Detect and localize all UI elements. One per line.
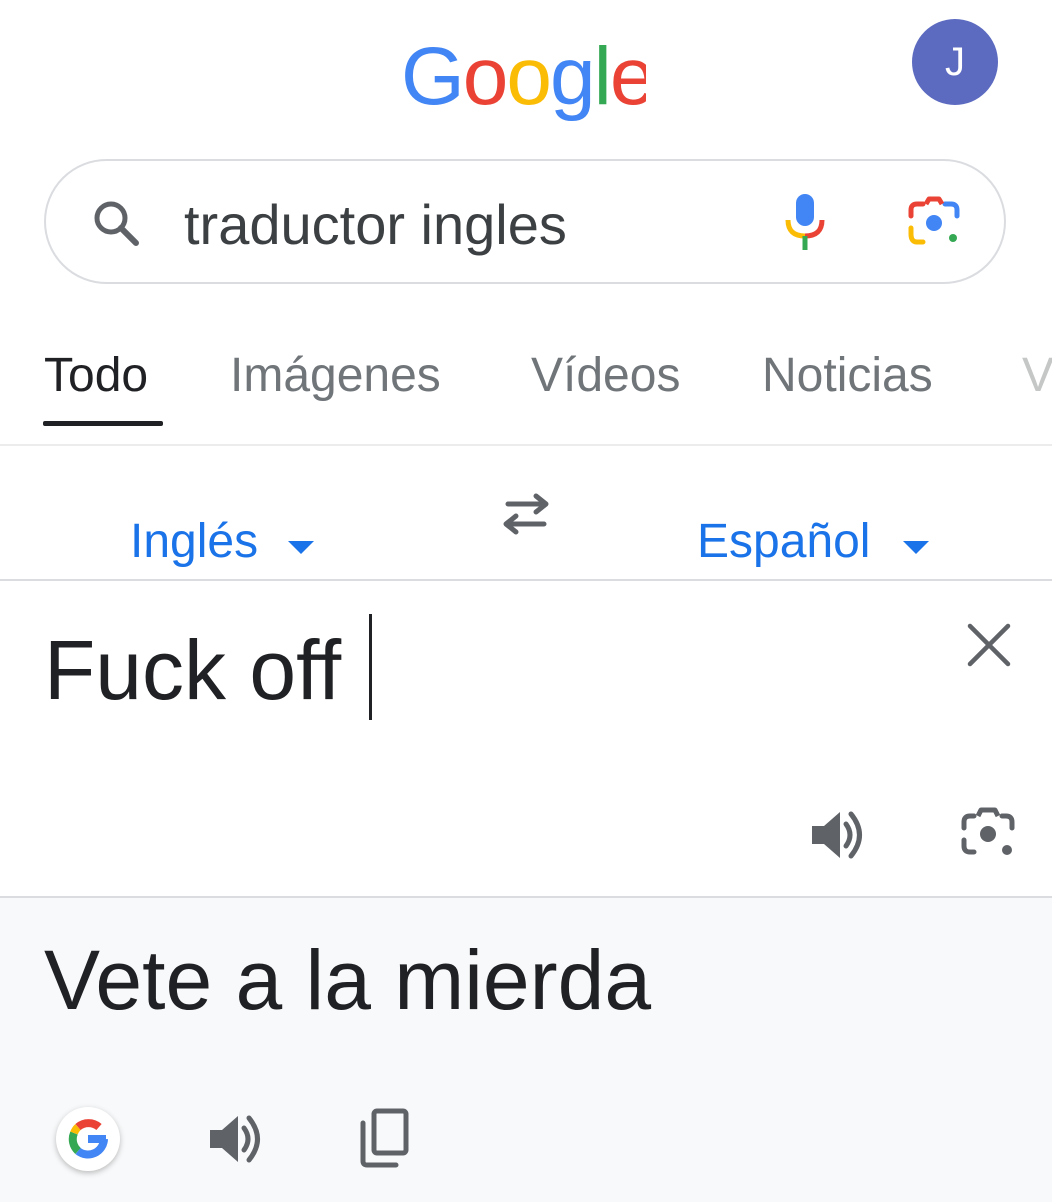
mic-icon[interactable] [782,192,828,254]
close-icon[interactable] [966,622,1012,668]
copy-icon[interactable] [358,1108,410,1168]
tab-more-partial[interactable]: V [1022,346,1052,406]
translated-text: Vete a la mierda [44,933,652,1027]
source-language-selector[interactable]: Inglés [130,512,258,572]
tabs-divider [0,444,1052,446]
tab-noticias[interactable]: Noticias [762,346,933,406]
tab-imagenes[interactable]: Imágenes [230,346,441,406]
google-lens-icon[interactable] [906,196,962,248]
speaker-icon[interactable] [208,1112,264,1166]
google-g-icon [68,1119,108,1159]
swap-icon[interactable] [496,490,556,538]
speaker-icon[interactable] [810,808,866,862]
chevron-down-icon [288,541,314,554]
active-tab-indicator [43,421,163,426]
tab-todo[interactable]: Todo [44,346,148,406]
google-logo[interactable]: Google [401,38,646,126]
source-text-input[interactable]: Fuck off [44,622,341,718]
svg-text:Google: Google [401,38,646,122]
search-input[interactable]: traductor ingles [184,190,744,260]
search-icon [94,201,139,246]
camera-icon[interactable] [960,806,1016,862]
target-language-selector[interactable]: Español [697,512,870,572]
google-translate-button[interactable] [56,1107,120,1171]
text-cursor [369,614,372,720]
chevron-down-icon [903,541,929,554]
tab-videos[interactable]: Vídeos [531,346,680,406]
translator-divider [0,579,1052,581]
account-avatar[interactable]: J [912,19,998,105]
